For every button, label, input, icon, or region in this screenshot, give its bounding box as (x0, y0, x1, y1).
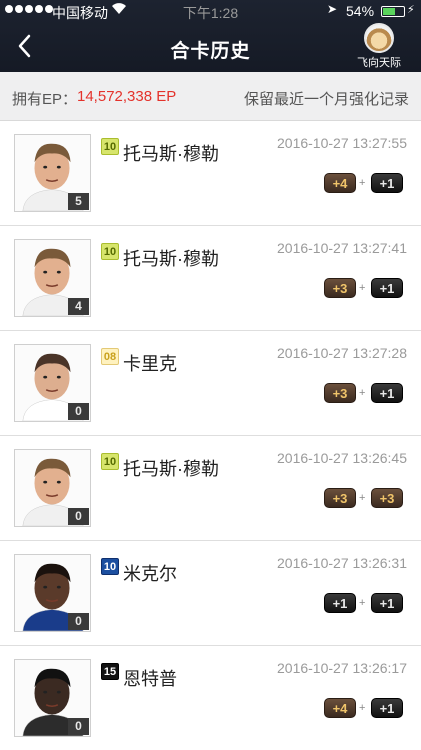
season-badge: 15 (101, 663, 119, 680)
material-card-chip: +4 (324, 173, 356, 193)
player-photo[interactable]: 0 (14, 554, 91, 632)
timestamp: 2016-10-27 13:26:45 (277, 450, 407, 466)
player-name: 米克尔 (123, 564, 177, 584)
player-name: 恩特普 (123, 669, 177, 689)
table-row[interactable]: 5 10 托马斯·穆勒 2016-10-27 13:27:55 +4 + +1 (0, 121, 421, 226)
charging-bolt-icon: ⚡ (407, 4, 415, 16)
material-card-chip: +3 (324, 278, 356, 298)
player-photo[interactable]: 5 (14, 134, 91, 212)
ep-info-bar: 拥有EP： 14,572,338 EP 保留最近一个月强化记录 (0, 72, 421, 121)
player-photo[interactable]: 0 (14, 659, 91, 737)
table-row[interactable]: 0 08 卡里克 2016-10-27 13:27:28 +3 + +1 (0, 331, 421, 436)
season-badge: 10 (101, 243, 119, 260)
season-badge: 10 (101, 138, 119, 155)
battery-fill (383, 8, 395, 15)
timestamp: 2016-10-27 13:26:31 (277, 555, 407, 571)
plus-sign: + (359, 492, 366, 504)
plus-sign: + (359, 597, 366, 609)
avatar[interactable] (364, 23, 394, 53)
card-level: 0 (68, 613, 89, 630)
plus-sign: + (359, 387, 366, 399)
timestamp: 2016-10-27 13:27:28 (277, 345, 407, 361)
plus-sign: + (359, 702, 366, 714)
timestamp: 2016-10-27 13:26:17 (277, 660, 407, 676)
card-level: 5 (68, 193, 89, 210)
material-card-chip: +1 (371, 593, 403, 613)
season-badge: 08 (101, 348, 119, 365)
timestamp: 2016-10-27 13:27:41 (277, 240, 407, 256)
material-card-chip: +3 (324, 488, 356, 508)
player-photo[interactable]: 0 (14, 449, 91, 527)
table-row[interactable]: 4 10 托马斯·穆勒 2016-10-27 13:27:41 +3 + +1 (0, 226, 421, 331)
plus-sign: + (359, 282, 366, 294)
user-name: 飞向天际 (357, 57, 401, 69)
records-retention-note: 保留最近一个月强化记录 (243, 91, 409, 108)
player-photo[interactable]: 0 (14, 344, 91, 422)
battery-percent: 54% (346, 3, 375, 19)
battery-icon (381, 6, 405, 17)
material-card-chip: +1 (371, 698, 403, 718)
card-level: 0 (68, 718, 89, 735)
material-card-chip: +4 (324, 698, 356, 718)
ep-value: 14,572,338 EP (77, 88, 177, 105)
top-bar: 中国移动 下午1:28 ➤ 54% ⚡ 合卡历史 飞向天际 (0, 0, 421, 72)
table-row[interactable]: 0 15 恩特普 2016-10-27 13:26:17 +4 + +1 (0, 646, 421, 750)
user-profile[interactable]: 飞向天际 (356, 23, 402, 70)
material-card-chip: +3 (371, 488, 403, 508)
player-name: 卡里克 (123, 354, 177, 374)
location-arrow-icon: ➤ (327, 2, 338, 16)
player-name: 托马斯·穆勒 (123, 144, 219, 164)
player-name: 托马斯·穆勒 (123, 459, 219, 479)
season-badge: 10 (101, 453, 119, 470)
material-card-chip: +1 (371, 173, 403, 193)
plus-sign: + (359, 177, 366, 189)
material-card-chip: +3 (324, 383, 356, 403)
season-badge: 10 (101, 558, 119, 575)
player-name: 托马斯·穆勒 (123, 249, 219, 269)
status-bar: 中国移动 下午1:28 ➤ 54% ⚡ (0, 0, 421, 22)
table-row[interactable]: 0 10 米克尔 2016-10-27 13:26:31 +1 + +1 (0, 541, 421, 646)
card-level: 0 (68, 508, 89, 525)
card-level: 0 (68, 403, 89, 420)
table-row[interactable]: 0 10 托马斯·穆勒 2016-10-27 13:26:45 +3 + +3 (0, 436, 421, 541)
timestamp: 2016-10-27 13:27:55 (277, 135, 407, 151)
player-photo[interactable]: 4 (14, 239, 91, 317)
card-level: 4 (68, 298, 89, 315)
ep-label: 拥有EP： (12, 91, 78, 108)
material-card-chip: +1 (371, 383, 403, 403)
material-card-chip: +1 (324, 593, 356, 613)
material-card-chip: +1 (371, 278, 403, 298)
